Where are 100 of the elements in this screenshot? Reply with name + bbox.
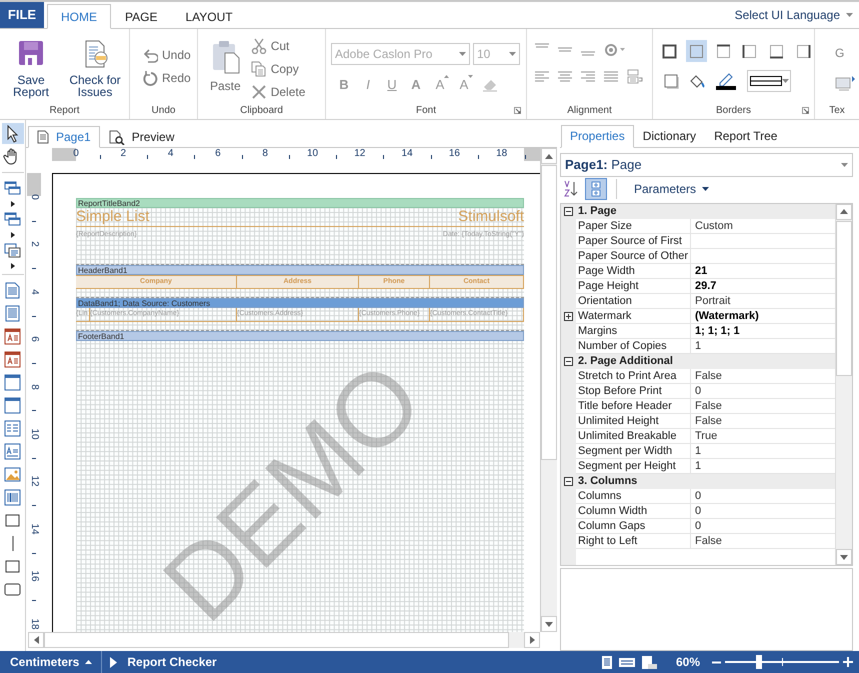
scrollbar-thumb[interactable] [541, 165, 557, 460]
category-header[interactable]: 2. Page Additional [561, 354, 835, 369]
vertical-scrollbar[interactable] [540, 148, 557, 632]
scrollbar-thumb[interactable] [836, 220, 852, 376]
collapse-icon[interactable] [564, 206, 573, 216]
category-label: 2. Page Additional [578, 354, 673, 370]
page-magnifier-icon [108, 130, 125, 144]
property-name: Watermark [576, 308, 691, 324]
report-checker-button[interactable]: Report Checker [102, 653, 217, 671]
ribbon-button[interactable]: G [835, 44, 859, 62]
copy-pages-icon [250, 61, 267, 77]
scroll-left-button[interactable] [28, 632, 44, 648]
categorized-button[interactable] [585, 178, 607, 200]
ruler-tick [32, 362, 36, 364]
submenu-arrow-icon [10, 232, 14, 238]
ruler-label: 8 [262, 148, 268, 160]
ruler-tick [146, 155, 148, 159]
circular-arrow-icon [142, 70, 158, 86]
vertical-scrollbar[interactable] [835, 204, 852, 566]
caret-icon [468, 75, 473, 78]
ruler-tick [288, 155, 290, 159]
ruler-label: 2 [28, 240, 41, 250]
ruler-tick [430, 155, 432, 159]
zoom-slider[interactable] [725, 655, 839, 669]
scroll-down-button[interactable] [541, 616, 557, 632]
ribbon-tab[interactable]: HOME [47, 4, 111, 29]
ruler-label: 8 [28, 382, 41, 392]
ruler-label: 0 [28, 193, 41, 202]
scroll-up-button[interactable] [541, 148, 557, 164]
preview-tab[interactable]: Preview [100, 126, 184, 148]
caret-icon [846, 13, 853, 17]
caret-icon [841, 162, 848, 167]
band-header: ReportTitleBand2 [76, 198, 524, 208]
object-name: Page1: Page [565, 156, 642, 174]
report-title: Simple List [76, 208, 150, 226]
align-middle-icon [558, 47, 572, 52]
object-dropdown[interactable]: Page1: Page [560, 152, 853, 177]
caret-icon [702, 187, 710, 192]
file-menu-button[interactable]: FILE [0, 2, 44, 28]
scroll-down-button[interactable] [836, 549, 852, 566]
units-dropdown[interactable]: Centimeters [0, 651, 102, 673]
zoom-in-icon [843, 657, 853, 667]
border-none-button[interactable] [686, 40, 708, 62]
ruler-tick [336, 155, 338, 159]
check-button[interactable]: Check for Issues [64, 39, 126, 98]
scroll-left-icon [34, 636, 38, 644]
submenu-arrow-icon [10, 263, 14, 269]
underline-button[interactable]: U [386, 75, 398, 94]
align-top-icon [535, 43, 549, 48]
group-label: Undo [152, 104, 176, 118]
scroll-up-button[interactable] [836, 204, 852, 220]
category-header[interactable]: 3. Columns [561, 474, 835, 489]
barcode-tool[interactable] [2, 487, 24, 508]
panel-tab[interactable]: Report Tree [705, 124, 786, 148]
panel-icon [3, 373, 22, 392]
list-tool[interactable] [2, 418, 24, 439]
caret-icon [782, 79, 789, 83]
ruler-label: 12 [354, 148, 366, 160]
pointer-tool[interactable] [2, 123, 24, 144]
panel-icon [3, 396, 22, 415]
panel-tool[interactable] [2, 372, 24, 393]
expand-icon[interactable] [564, 312, 573, 321]
panel-tab[interactable]: Dictionary [634, 124, 706, 148]
border-square-icon [689, 44, 704, 58]
language-dropdown[interactable]: Select UI Language [734, 6, 853, 24]
ruler-label: 16 [28, 570, 41, 584]
ruler-label: 14 [28, 522, 41, 536]
property-name: Page Height [576, 278, 691, 294]
shrink-font-button[interactable]: A [458, 75, 470, 94]
group-label: Report [49, 104, 80, 118]
label-tool[interactable] [2, 441, 24, 462]
text-tool[interactable] [2, 326, 24, 347]
designer-tab[interactable]: Page1 [28, 126, 100, 148]
save-button[interactable]: Save Report [8, 39, 54, 98]
slider-thumb[interactable] [756, 655, 762, 669]
border-square-icon [662, 44, 678, 58]
scroll-right-button[interactable] [524, 632, 540, 648]
panel-tab[interactable]: Properties [561, 124, 634, 148]
bold-button[interactable]: B [338, 75, 350, 94]
scroll-up-icon [840, 209, 848, 214]
collapse-icon[interactable] [564, 356, 573, 366]
property-name: Stretch to Print Area [576, 368, 691, 384]
group-label: Clipboard [240, 104, 283, 118]
ribbon-tab[interactable]: PAGE [111, 4, 172, 29]
panel-tool[interactable] [2, 395, 24, 416]
color-button[interactable]: A [410, 75, 422, 94]
ribbon-tab[interactable]: LAYOUT [171, 4, 247, 29]
document-icon [3, 281, 22, 300]
grow-font-button[interactable]: A [434, 75, 446, 94]
italic-button[interactable]: I [362, 75, 374, 94]
collapse-icon[interactable] [564, 476, 573, 486]
category-header[interactable]: 1. Page [561, 204, 835, 219]
ruler-label: 18 [496, 148, 508, 160]
text-tool[interactable] [2, 349, 24, 370]
ruler-label: 4 [28, 288, 41, 297]
line-style-dropdown[interactable] [747, 70, 791, 92]
lined-page-icon [3, 304, 22, 323]
ruler-tick [32, 600, 36, 601]
property-name: Segment per Width [576, 444, 691, 459]
parameters-dropdown[interactable]: Parameters [634, 180, 710, 198]
